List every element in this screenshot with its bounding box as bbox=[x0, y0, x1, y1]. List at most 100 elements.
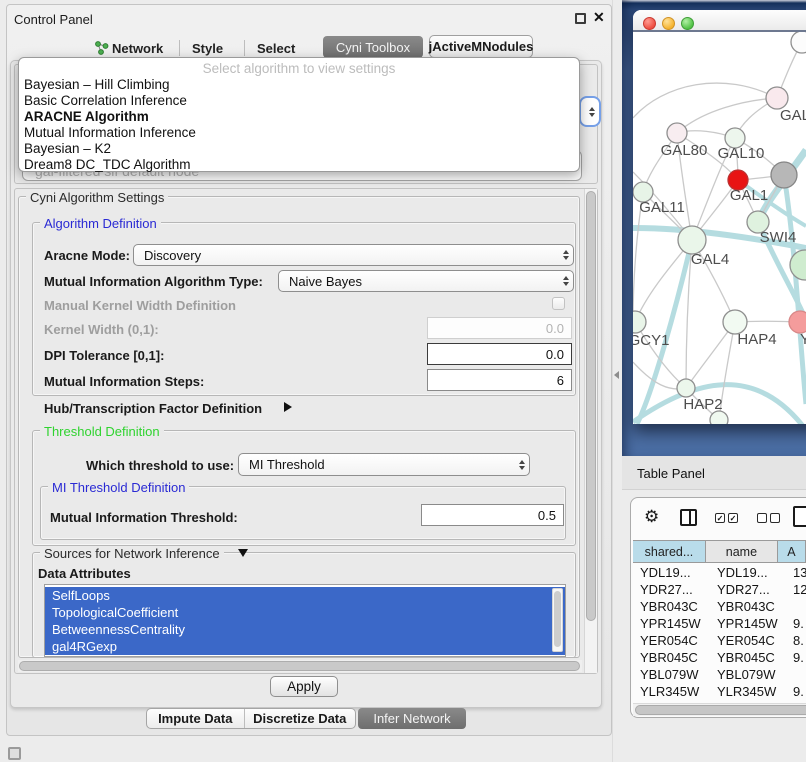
node-gcy1[interactable] bbox=[633, 311, 646, 333]
node-gray[interactable] bbox=[771, 162, 797, 188]
zoom-button[interactable] bbox=[681, 17, 694, 30]
network-graph: GAL GAL80 GAL10 GAL1 GAL11 SWI4 GAL4 GCY… bbox=[633, 32, 806, 424]
close-button[interactable] bbox=[643, 17, 656, 30]
collapse-down-icon[interactable] bbox=[238, 549, 248, 557]
table-row[interactable]: YBR043C YBR043C bbox=[633, 598, 806, 615]
tab-select[interactable]: Select bbox=[257, 41, 295, 56]
table-row[interactable]: YPR145W YPR145W 9. bbox=[633, 615, 806, 632]
mi-steps-label: Mutual Information Steps: bbox=[44, 374, 204, 389]
minimize-button[interactable] bbox=[662, 17, 675, 30]
kernel-width-field: 0.0 bbox=[427, 317, 572, 339]
table-row[interactable]: YDR27... YDR27... 12 bbox=[633, 581, 806, 598]
export-table-icon[interactable] bbox=[793, 506, 806, 527]
tab-separator bbox=[179, 40, 180, 56]
columns-icon[interactable] bbox=[680, 509, 697, 526]
divider-collapse-icon[interactable] bbox=[614, 371, 619, 379]
select-all-icon2[interactable]: ✓ bbox=[728, 513, 738, 523]
gear-icon[interactable]: ⚙ bbox=[644, 508, 659, 525]
cell-value: 9. bbox=[793, 649, 804, 666]
table-horizontal-scrollbar[interactable] bbox=[633, 703, 806, 716]
menu-item-dream8[interactable]: Dream8 DC_TDC Algorithm bbox=[22, 157, 576, 173]
data-attributes-list[interactable]: SelfLoops TopologicalCoefficient Between… bbox=[44, 584, 566, 657]
node-label: GCY1 bbox=[633, 332, 669, 349]
menu-item-bayesian-k2[interactable]: Bayesian – K2 bbox=[22, 141, 576, 157]
node-gal4[interactable] bbox=[678, 226, 706, 254]
select-all-icon[interactable]: ✓ bbox=[715, 513, 725, 523]
bottom-tab-group: Impute Data Discretize Data bbox=[146, 708, 356, 729]
menu-item-aracne[interactable]: ARACNE Algorithm bbox=[22, 109, 576, 125]
mi-threshold-definition-title: MI Threshold Definition bbox=[48, 480, 189, 495]
tab-separator bbox=[244, 40, 245, 56]
settings-horizontal-scrollbar-thumb[interactable] bbox=[19, 661, 580, 671]
deselect-all-icon2[interactable] bbox=[770, 513, 780, 523]
menu-item-bayesian-hill-climbing[interactable]: Bayesian – Hill Climbing bbox=[22, 77, 576, 93]
node-salmon[interactable] bbox=[789, 311, 806, 333]
network-window-titlebar[interactable] bbox=[633, 10, 806, 32]
popup-prompt: Select algorithm to view settings bbox=[19, 61, 579, 76]
combo-spinner-icon bbox=[589, 107, 595, 117]
node-unnamed-top[interactable] bbox=[791, 32, 806, 53]
hub-definition-label[interactable]: Hub/Transcription Factor Definition bbox=[44, 401, 262, 416]
list-item-betweennesscentrality[interactable]: BetweennessCentrality bbox=[45, 621, 565, 638]
tab-discretize-data[interactable]: Discretize Data bbox=[245, 709, 355, 728]
table-row[interactable]: YBR045C YBR045C 9. bbox=[633, 649, 806, 666]
node-label: HAP4 bbox=[737, 331, 776, 348]
aracne-mode-combo[interactable]: Discovery bbox=[133, 244, 574, 266]
cell-shared: YPR145W bbox=[640, 615, 701, 632]
dock-panel-icon[interactable] bbox=[8, 747, 21, 760]
algorithm-dropdown-popup: Select algorithm to view settings Bayesi… bbox=[18, 57, 580, 172]
tab-jactivemnodules[interactable]: jActiveMNodules bbox=[429, 35, 533, 58]
tab-infer-network[interactable]: Infer Network bbox=[358, 708, 466, 729]
which-threshold-value: MI Threshold bbox=[249, 457, 325, 472]
inference-algorithm-combo-fragment[interactable] bbox=[579, 96, 601, 127]
expand-right-icon[interactable] bbox=[284, 402, 292, 412]
table-row[interactable]: YLR345W YLR345W 9. bbox=[633, 683, 806, 700]
network-window[interactable]: GAL GAL80 GAL10 GAL1 GAL11 SWI4 GAL4 GCY… bbox=[633, 10, 806, 424]
float-panel-icon[interactable] bbox=[575, 13, 586, 24]
table-body[interactable]: YDL19... YDL19... 13 YDR27... YDR27... 1… bbox=[633, 563, 806, 700]
column-header-clipped[interactable]: A bbox=[778, 541, 806, 562]
table-row[interactable]: YER054C YER054C 8. bbox=[633, 632, 806, 649]
apply-button[interactable]: Apply bbox=[270, 676, 338, 697]
cell-value: 12 bbox=[793, 581, 806, 598]
which-threshold-combo[interactable]: MI Threshold bbox=[238, 453, 530, 476]
tab-impute-data[interactable]: Impute Data bbox=[147, 709, 244, 728]
window-title: Control Panel bbox=[14, 12, 93, 27]
tab-style[interactable]: Style bbox=[192, 41, 223, 56]
cell-value: 9. bbox=[793, 615, 804, 632]
settings-vertical-scrollbar-thumb[interactable] bbox=[586, 191, 596, 621]
deselect-all-icon[interactable] bbox=[757, 513, 767, 523]
mi-algorithm-type-combo[interactable]: Naive Bayes bbox=[278, 270, 574, 292]
aracne-mode-value: Discovery bbox=[144, 248, 201, 263]
node-hap2[interactable] bbox=[677, 379, 695, 397]
split-pane-divider[interactable] bbox=[612, 0, 622, 762]
list-scrollbar[interactable] bbox=[552, 588, 563, 652]
dpi-tolerance-field[interactable]: 0.0 bbox=[427, 343, 572, 365]
list-item-selfloops[interactable]: SelfLoops bbox=[45, 587, 565, 604]
tab-network[interactable]: Network bbox=[112, 41, 163, 56]
menu-item-basic-correlation[interactable]: Basic Correlation Inference bbox=[22, 93, 576, 109]
network-canvas[interactable]: GAL GAL80 GAL10 GAL1 GAL11 SWI4 GAL4 GCY… bbox=[633, 32, 806, 424]
close-icon[interactable]: ✕ bbox=[593, 9, 605, 26]
list-item-gal4rgexp[interactable]: gal4RGexp bbox=[45, 638, 565, 655]
node-gal80[interactable] bbox=[667, 123, 687, 143]
mi-steps-field[interactable]: 6 bbox=[427, 369, 572, 391]
table-horizontal-scrollbar-thumb[interactable] bbox=[635, 705, 806, 715]
settings-group-title: Cyni Algorithm Settings bbox=[26, 190, 168, 205]
thick-edges bbox=[633, 150, 806, 424]
tab-cyni-toolbox[interactable]: Cyni Toolbox bbox=[323, 36, 423, 58]
cell-shared: YBR045C bbox=[640, 649, 698, 666]
list-item-topologicalcoefficient[interactable]: TopologicalCoefficient bbox=[45, 604, 565, 621]
cell-name: YBR045C bbox=[717, 649, 775, 666]
menu-item-mutual-information[interactable]: Mutual Information Inference bbox=[22, 125, 576, 141]
mi-steps-value: 6 bbox=[557, 373, 564, 388]
node-gal-clipped[interactable] bbox=[766, 87, 788, 109]
kernel-width-value: 0.0 bbox=[546, 321, 564, 336]
column-header-name[interactable]: name bbox=[706, 541, 778, 562]
column-header-shared-name[interactable]: shared... bbox=[633, 541, 706, 562]
mi-threshold-field[interactable]: 0.5 bbox=[421, 504, 564, 526]
table-row[interactable]: YBL079W YBL079W bbox=[633, 666, 806, 683]
manual-kernel-checkbox[interactable] bbox=[552, 297, 565, 310]
table-row[interactable]: YDL19... YDL19... 13 bbox=[633, 564, 806, 581]
cell-shared: YER054C bbox=[640, 632, 698, 649]
